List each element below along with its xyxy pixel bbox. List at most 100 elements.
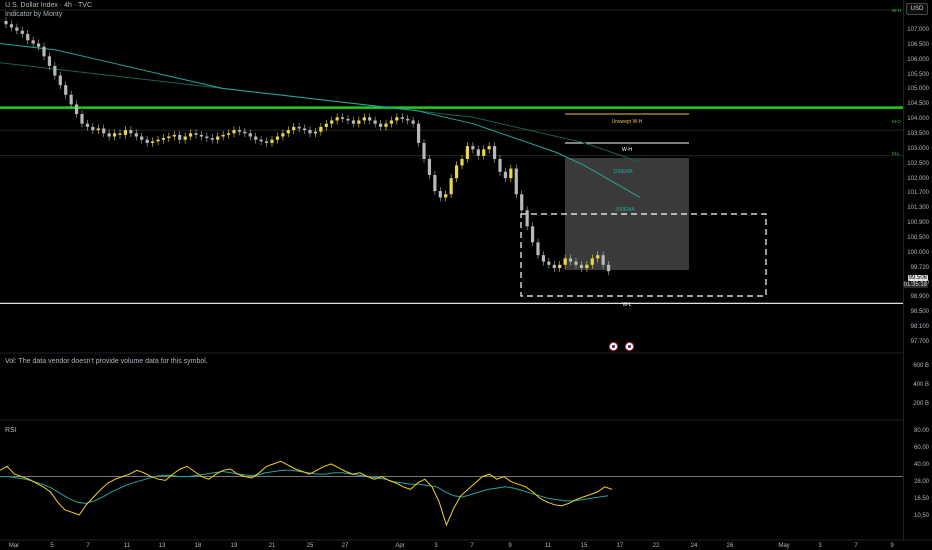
time-axis-label: 5	[50, 543, 54, 549]
candle-body	[384, 123, 388, 127]
time-axis-label: 17	[616, 543, 624, 549]
candle-body	[368, 117, 372, 121]
us-flag-event-icon[interactable]	[609, 342, 618, 351]
candle-body	[563, 258, 567, 265]
rsi-tick-label: 60.00	[913, 445, 929, 451]
candle-body	[416, 123, 421, 143]
candle-body	[20, 30, 24, 34]
candle-body	[335, 117, 339, 121]
candle-body	[107, 133, 111, 137]
candle-body	[26, 33, 30, 41]
candle-body	[476, 149, 480, 156]
symbol-title[interactable]: U.S. Dollar Index · 4h · TVC	[5, 2, 92, 9]
price-tick-label: 100.500	[907, 235, 929, 241]
candle-body	[433, 175, 437, 192]
candle-body	[324, 123, 328, 127]
level-tag-ml: M-L	[892, 151, 900, 156]
candle-body	[145, 139, 149, 143]
candle-body	[308, 130, 312, 134]
candle-body	[574, 261, 578, 265]
rsi-tick-label: 80.00	[913, 428, 929, 434]
candle-body	[150, 141, 155, 143]
time-axis-label: 11	[123, 543, 131, 549]
candle-body	[373, 120, 377, 124]
price-tick-label: 105.000	[907, 86, 929, 93]
candle-body	[558, 264, 562, 269]
last-price-badge: 99.506	[907, 275, 928, 281]
candle-body	[313, 131, 318, 134]
currency-button[interactable]: USD	[906, 3, 928, 15]
candle-body	[460, 158, 464, 166]
moving-average-fast	[0, 43, 641, 198]
moving-average-slow	[0, 62, 641, 163]
candle-body	[129, 130, 133, 134]
candle-body	[286, 130, 290, 134]
candle-body	[123, 130, 128, 135]
candle-body	[596, 255, 600, 259]
time-axis-label: 9	[508, 543, 512, 549]
price-tick-label: 106.000	[907, 56, 929, 63]
candle-body	[444, 194, 448, 198]
candle-body	[167, 136, 171, 139]
candle-body	[140, 136, 144, 140]
candle-body	[232, 130, 236, 134]
price-chart[interactable]	[0, 0, 932, 550]
time-axis-label: 9	[890, 543, 894, 549]
candle-body	[302, 128, 307, 131]
candle-body	[465, 146, 470, 159]
price-tick-label: 101.700	[907, 190, 929, 197]
candle-body	[221, 134, 225, 137]
candle-body	[112, 133, 117, 137]
candle-body	[503, 171, 508, 179]
time-axis-label: 7	[854, 543, 858, 549]
candle-body	[357, 120, 361, 124]
volume-legend: Vol: The data vendor doesn't provide vol…	[5, 358, 208, 365]
price-tick-label: 101.300	[907, 205, 929, 212]
candle-body	[188, 133, 193, 137]
price-tick-label: 102.500	[907, 160, 929, 167]
candle-body	[161, 138, 166, 140]
ema-label-2: 200EMA	[615, 207, 635, 213]
candle-body	[520, 194, 524, 211]
candle-body	[525, 210, 529, 227]
candle-body	[74, 104, 79, 115]
candle-body	[270, 139, 274, 143]
price-tick-label: 106.500	[907, 41, 929, 48]
time-axis-label: 21	[268, 543, 276, 549]
volume-tick-label: 600 B	[913, 363, 929, 369]
candle-body	[351, 120, 356, 124]
time-axis-label: 27	[341, 543, 349, 549]
candle-body	[400, 117, 404, 119]
time-axis-label: May	[778, 543, 790, 549]
rsi-moving-average	[0, 469, 609, 504]
indicator-title[interactable]: Indicator by Monty	[5, 11, 62, 18]
rsi-tick-label: 10.50	[913, 513, 929, 519]
candle-body	[118, 133, 122, 135]
candle-body	[346, 118, 350, 121]
us-flag-event-icon[interactable]	[625, 342, 634, 351]
candle-body	[275, 136, 280, 140]
candle-body	[449, 178, 453, 195]
candle-body	[4, 21, 8, 25]
price-tick-label: 102.000	[907, 175, 929, 182]
candle-body	[541, 255, 546, 262]
candle-body	[406, 118, 410, 121]
candle-body	[514, 168, 518, 195]
candle-body	[248, 133, 252, 137]
price-tick-label: 103.000	[907, 145, 929, 152]
candle-body	[91, 126, 95, 131]
unswept-wh-label: Unswept W-H	[611, 119, 643, 125]
candle-body	[47, 56, 52, 66]
rsi-tick-label: 16.50	[913, 496, 929, 502]
candle-body	[210, 138, 214, 140]
rsi-legend[interactable]: RSI	[5, 427, 17, 434]
rsi-tick-label: 40.00	[913, 462, 929, 468]
price-tick-label: 98.100	[910, 324, 929, 331]
time-axis-label: 24	[690, 543, 698, 549]
candle-body	[9, 24, 14, 28]
price-tick-label: 103.500	[907, 131, 929, 137]
candle-body	[579, 264, 584, 269]
time-axis-label: 22	[652, 543, 660, 549]
candle-body	[53, 65, 57, 76]
candle-body	[58, 75, 62, 86]
